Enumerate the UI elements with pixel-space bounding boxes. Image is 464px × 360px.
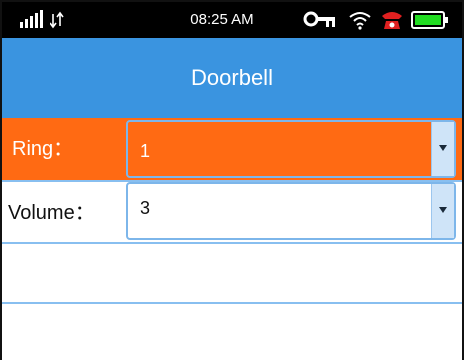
ring-dropdown-button[interactable] [431,122,454,176]
battery-icon [411,11,448,29]
ring-select[interactable]: 1 [126,120,456,178]
page-title: Doorbell [191,65,273,90]
volume-dropdown-button[interactable] [431,184,454,238]
alarm-icon [382,12,402,29]
ring-select-value: 1 [140,141,151,161]
chevron-down-icon [439,145,447,151]
status-right [302,10,452,30]
status-icons-group [303,11,448,30]
volume-select-value: 3 [140,198,151,218]
volume-select[interactable]: 3 [126,182,456,240]
key-icon [303,11,335,27]
wifi-icon [349,12,371,30]
ring-label: Ring： [12,138,74,160]
status-bar: 08:25 AM [2,2,462,38]
empty-list-row [2,304,462,360]
chevron-down-icon [439,207,447,213]
empty-list-row [2,244,462,302]
title-bar: Doorbell [2,38,462,118]
ring-setting-row: Ring： 1 [2,118,462,180]
volume-setting-row: Volume： 3 [2,182,462,244]
volume-label: Volume： [8,202,95,224]
phone-screen: 08:25 AM Doorbell Ring： 1 Volume： 3 [0,0,464,360]
